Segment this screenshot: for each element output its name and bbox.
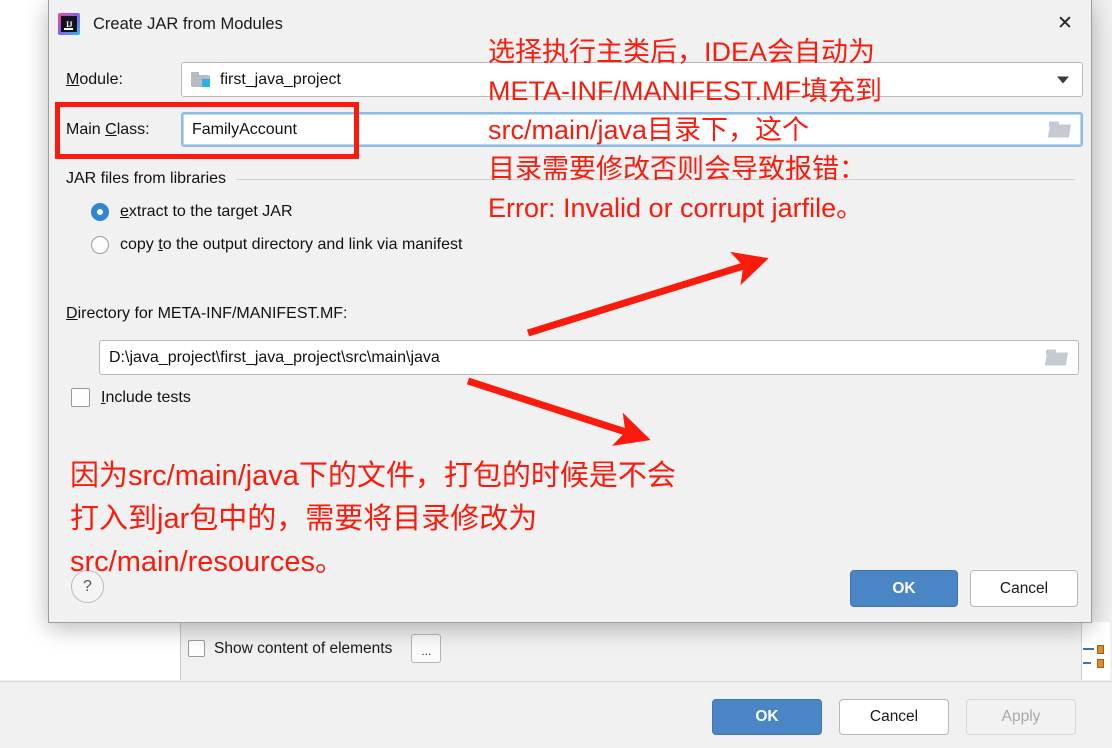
dialog-ok-button[interactable]: OK bbox=[850, 570, 958, 607]
module-value: first_java_project bbox=[220, 70, 341, 88]
dialog-title: Create JAR from Modules bbox=[93, 14, 283, 33]
radio-copy-to-output-directory[interactable]: copy to the output directory and link vi… bbox=[91, 236, 1074, 254]
show-content-checkbox[interactable] bbox=[188, 640, 205, 657]
manifest-directory-browse-icon[interactable] bbox=[1044, 349, 1069, 366]
create-jar-from-modules-dialog: IJ Create JAR from Modules ✕ Module: fir… bbox=[48, 0, 1092, 623]
include-tests-checkbox[interactable] bbox=[71, 388, 90, 407]
module-label: Module: bbox=[66, 70, 123, 88]
dialog-button-bar: OK Cancel bbox=[850, 570, 1078, 607]
manifest-directory-value: D:\java_project\first_java_project\src\m… bbox=[109, 348, 440, 366]
module-row: Module: first_java_project bbox=[66, 62, 1083, 97]
intellij-idea-icon: IJ bbox=[58, 13, 80, 35]
show-content-label: Show content of elements bbox=[214, 639, 393, 657]
main-class-value: FamilyAccount bbox=[192, 120, 297, 138]
main-class-row: Main Class: FamilyAccount bbox=[66, 112, 1083, 147]
manifest-directory-label: Directory for META-INF/MANIFEST.MF: bbox=[66, 305, 348, 322]
main-class-label: Main Class: bbox=[66, 120, 150, 138]
radio-extract-label: extract to the target JAR bbox=[120, 203, 293, 220]
chevron-down-icon[interactable] bbox=[1057, 76, 1069, 83]
background-apply-button: Apply bbox=[966, 699, 1076, 735]
include-tests-label: Include tests bbox=[101, 388, 191, 406]
dialog-cancel-button[interactable]: Cancel bbox=[970, 570, 1078, 607]
show-content-ellipsis-button[interactable]: ... bbox=[411, 634, 442, 663]
radio-copy-indicator[interactable] bbox=[91, 236, 109, 254]
show-content-of-elements-row[interactable]: Show content of elements ... bbox=[188, 634, 442, 663]
help-button[interactable]: ? bbox=[71, 570, 104, 603]
radio-extract-to-target-jar[interactable]: extract to the target JAR bbox=[91, 203, 1074, 221]
radio-copy-label: copy to the output directory and link vi… bbox=[120, 236, 463, 253]
close-icon[interactable]: ✕ bbox=[1047, 6, 1083, 40]
main-class-browse-icon[interactable] bbox=[1047, 121, 1072, 138]
radio-extract-indicator[interactable] bbox=[91, 203, 109, 221]
group-divider bbox=[236, 178, 1074, 180]
jar-files-from-libraries-group: JAR files from libraries extract to the … bbox=[66, 170, 1074, 254]
background-button-bar: OK Cancel Apply bbox=[712, 699, 1076, 735]
manifest-directory-input[interactable]: D:\java_project\first_java_project\src\m… bbox=[99, 340, 1079, 375]
module-combobox[interactable]: first_java_project bbox=[181, 62, 1083, 97]
dialog-title-bar: IJ Create JAR from Modules ✕ bbox=[49, 0, 1091, 48]
jar-group-title: JAR files from libraries bbox=[66, 170, 227, 187]
background-ok-button[interactable]: OK bbox=[712, 699, 822, 735]
main-class-input[interactable]: FamilyAccount bbox=[181, 112, 1083, 147]
include-tests-row[interactable]: Include tests bbox=[71, 388, 191, 407]
module-folder-icon bbox=[191, 72, 210, 87]
background-cancel-button[interactable]: Cancel bbox=[839, 699, 949, 735]
artifact-tree-stub bbox=[1081, 622, 1110, 680]
